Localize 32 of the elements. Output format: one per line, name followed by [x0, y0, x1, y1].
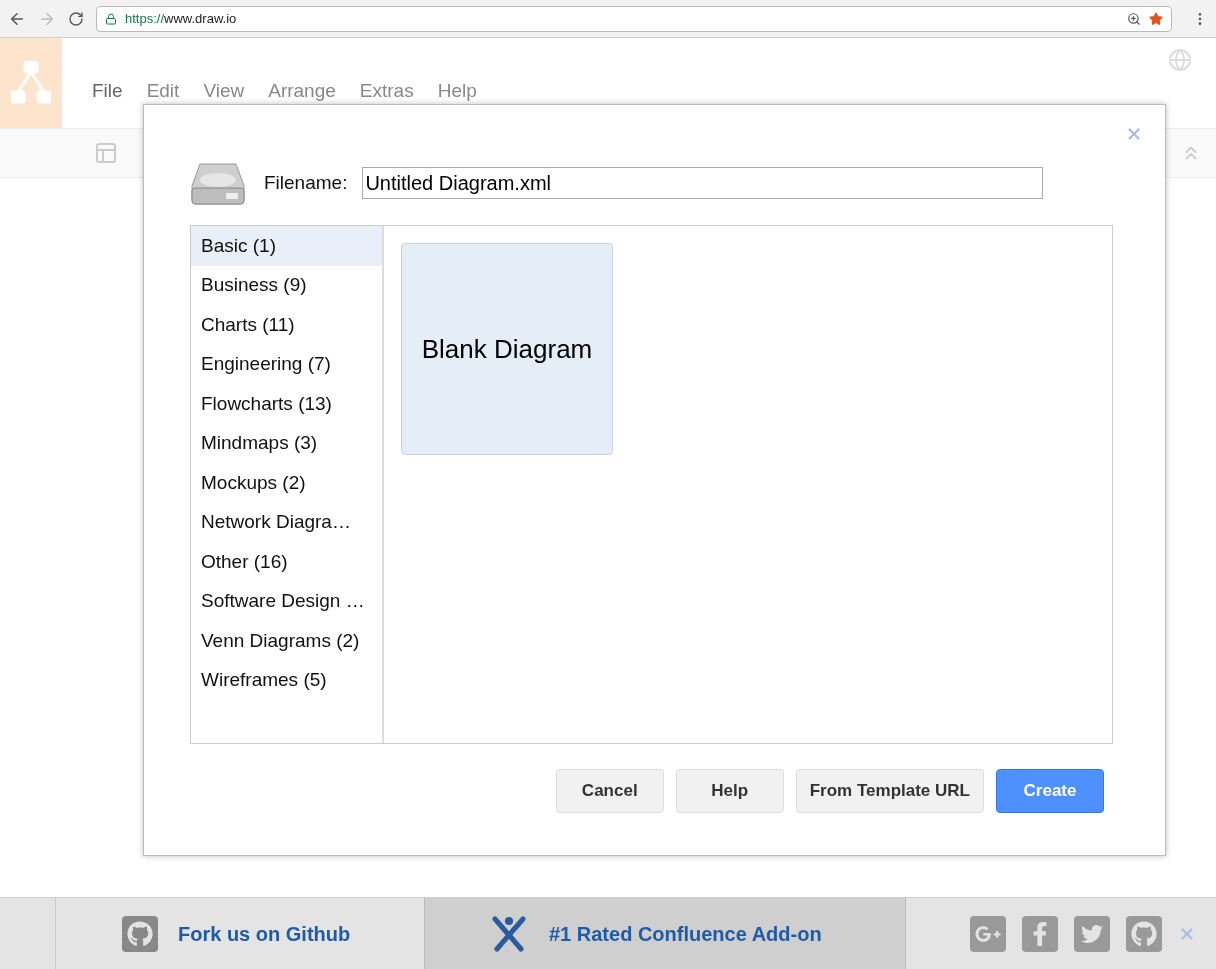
github-icon: [122, 915, 158, 952]
diagram-logo-icon: [11, 61, 51, 105]
confluence-logo-icon: [489, 914, 529, 953]
menu-item[interactable]: Edit: [146, 81, 180, 101]
hard-drive-icon: [190, 160, 246, 206]
layout-icon[interactable]: [94, 141, 118, 165]
twitter-icon[interactable]: [1074, 915, 1110, 952]
bookmark-star-icon[interactable]: [1149, 11, 1163, 26]
dialog-button[interactable]: From Template URL: [795, 769, 984, 813]
dialog-button[interactable]: Help: [675, 769, 784, 813]
github-icon[interactable]: [1126, 915, 1162, 952]
google-plus-icon[interactable]: [970, 915, 1006, 952]
close-icon[interactable]: [1125, 125, 1143, 143]
filename-label: Filename:: [264, 170, 348, 195]
menu-item[interactable]: Arrange: [268, 81, 336, 101]
globe-icon[interactable]: [1168, 48, 1192, 72]
confluence-link[interactable]: #1 Rated Confluence Add-on: [424, 898, 906, 969]
facebook-icon[interactable]: [1022, 915, 1058, 952]
dialog-button[interactable]: Cancel: [555, 769, 664, 813]
menu-item[interactable]: View: [203, 81, 245, 101]
address-bar[interactable]: https://www.draw.io: [96, 5, 1172, 32]
menu-item[interactable]: Extras: [359, 81, 414, 101]
lock-icon: [105, 12, 117, 25]
reload-icon[interactable]: [68, 10, 84, 27]
menu-item[interactable]: Help: [437, 81, 477, 101]
url-text: https://www.draw.io: [125, 9, 237, 28]
menu-item[interactable]: File: [92, 81, 123, 101]
template-tile[interactable]: Blank Diagram: [401, 243, 613, 455]
category-item[interactable]: Basic (1): [191, 226, 382, 266]
zoom-icon[interactable]: [1127, 11, 1141, 26]
github-link[interactable]: Fork us on Github: [55, 898, 424, 969]
filename-field[interactable]: Untitled Diagram.xml: [362, 167, 1044, 199]
